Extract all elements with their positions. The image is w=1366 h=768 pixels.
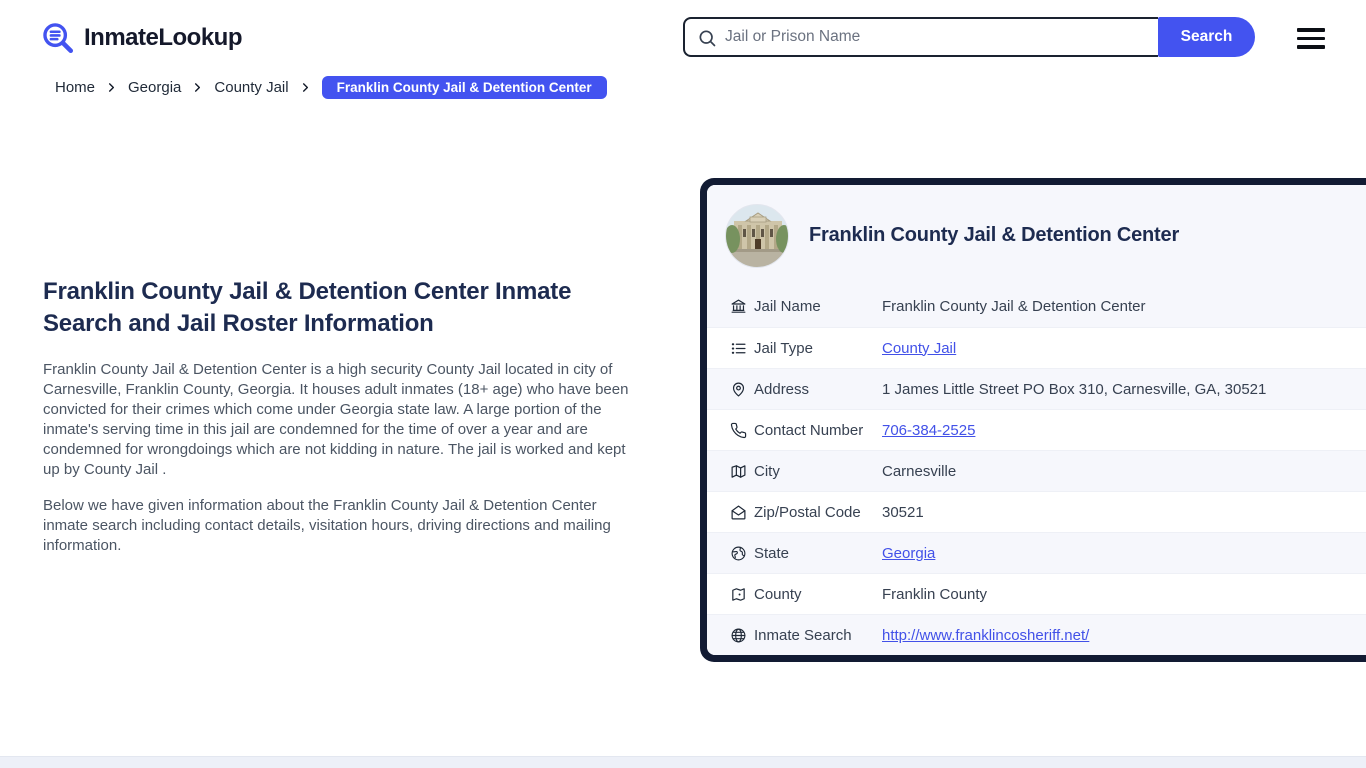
info-row-county: County Franklin County [707, 573, 1366, 614]
info-row-contact-number: Contact Number 706-384-2525 [707, 409, 1366, 450]
row-label: Contact Number [754, 421, 864, 439]
globe-icon [730, 627, 747, 644]
search-input[interactable] [685, 19, 1158, 55]
chevron-right-icon [192, 82, 203, 93]
chevron-right-icon [300, 82, 311, 93]
map-icon [730, 463, 747, 480]
jail-type-link[interactable]: County Jail [882, 340, 956, 357]
row-value: 1 James Little Street PO Box 310, Carnes… [882, 380, 1267, 398]
bank-icon [730, 298, 747, 315]
county-map-icon [730, 586, 747, 603]
info-row-jail-name: Jail Name Franklin County Jail & Detenti… [707, 286, 1366, 327]
search-form: Search [683, 17, 1255, 57]
row-value: 30521 [882, 503, 924, 521]
card-title: Franklin County Jail & Detention Center [809, 224, 1180, 246]
page-title: Franklin County Jail & Detention Center … [43, 278, 572, 337]
info-row-address: Address 1 James Little Street PO Box 310… [707, 368, 1366, 409]
inmate-search-link[interactable]: http://www.franklincosheriff.net/ [882, 627, 1089, 644]
brand-logo[interactable]: InmateLookup [41, 21, 243, 55]
breadcrumb-county-jail[interactable]: County Jail [214, 79, 288, 96]
chevron-right-icon [106, 82, 117, 93]
row-label: State [754, 544, 790, 562]
info-row-jail-type: Jail Type County Jail [707, 327, 1366, 368]
open-envelope-icon [730, 504, 747, 521]
info-row-inmate-search: Inmate Search http://www.franklincosheri… [707, 614, 1366, 655]
row-label: Zip/Postal Code [754, 503, 861, 521]
row-label: Jail Name [754, 298, 821, 315]
card-header: Franklin County Jail & Detention Center [707, 185, 1366, 286]
row-value: Franklin County [882, 585, 988, 603]
breadcrumb-current-badge: Franklin County Jail & Detention Center [321, 75, 607, 99]
phone-icon [730, 422, 747, 439]
magnifier-logo-icon [43, 23, 74, 54]
row-label: County [754, 585, 802, 603]
brand-name: InmateLookup [84, 24, 243, 51]
row-label: Jail Type [754, 339, 813, 357]
row-value: Carnesville [882, 462, 957, 480]
list-icon [730, 340, 747, 357]
search-box [683, 17, 1158, 57]
search-button[interactable]: Search [1158, 17, 1255, 57]
breadcrumb-georgia[interactable]: Georgia [128, 79, 181, 96]
contact-number-link[interactable]: 706-384-2525 [882, 422, 975, 439]
hamburger-menu-icon[interactable] [1297, 28, 1325, 49]
breadcrumb-home[interactable]: Home [55, 79, 95, 96]
info-row-zip: Zip/Postal Code 30521 [707, 491, 1366, 532]
article-paragraph: Below we have given information about th… [43, 497, 611, 554]
jail-info-card: Franklin County Jail & Detention Center … [700, 178, 1366, 662]
article: Franklin County Jail & Detention Center … [43, 276, 643, 572]
top-header: InmateLookup Search [0, 0, 1366, 75]
row-label: Address [754, 380, 810, 398]
row-label: Inmate Search [754, 626, 852, 644]
row-label: City [754, 462, 780, 480]
jail-building-photo [725, 203, 789, 268]
earth-icon [730, 545, 747, 562]
state-link[interactable]: Georgia [882, 545, 935, 562]
row-value: Franklin County Jail & Detention Center [882, 298, 1146, 315]
search-icon [699, 30, 716, 47]
map-pin-icon [730, 381, 747, 398]
info-row-state: State Georgia [707, 532, 1366, 573]
footer-strip [0, 756, 1366, 768]
article-paragraph: Franklin County Jail & Detention Center … [43, 361, 629, 478]
info-row-city: City Carnesville [707, 450, 1366, 491]
breadcrumb: Home Georgia County Jail Franklin County… [55, 75, 607, 99]
